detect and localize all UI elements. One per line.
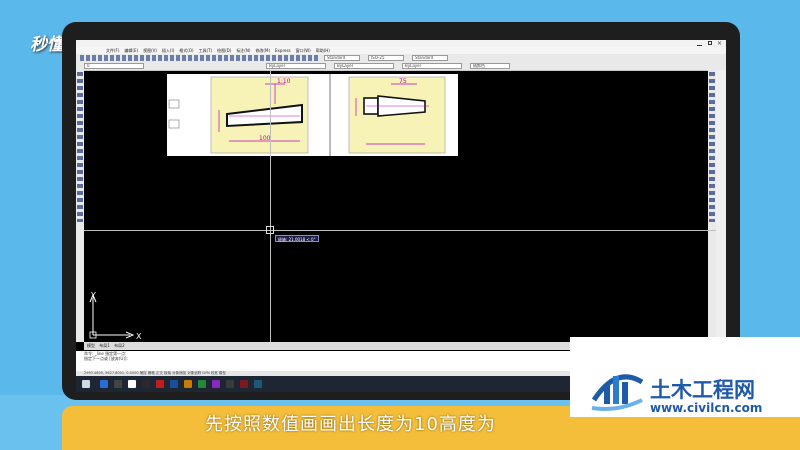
dim-len-label: 100: [259, 135, 271, 142]
menu-item-6[interactable]: 绘图(D): [217, 48, 231, 53]
vertical-scrollbar[interactable]: [716, 70, 726, 342]
taskbar-app-icon[interactable]: [100, 380, 108, 388]
text-style-combo[interactable]: Standard: [324, 55, 360, 61]
crosshair-horizontal: [84, 230, 716, 231]
menu-item-9[interactable]: Express: [275, 48, 291, 53]
lineweight-combo[interactable]: ByLayer: [402, 63, 462, 69]
menu-bar: 文件(F) 编辑(E) 视图(V) 插入(I) 格式(O) 工具(T) 绘图(D) 标注(N)…: [76, 47, 726, 54]
taskbar-app-icon[interactable]: [198, 380, 206, 388]
subtitle-text: 先按照数值画画出长度为10高度为: [205, 414, 496, 435]
maximize-button[interactable]: [708, 41, 712, 45]
minimize-button[interactable]: [697, 41, 702, 46]
brand-logo-icon: [591, 374, 644, 411]
dim-style-combo[interactable]: ISO-25: [368, 55, 404, 61]
menu-item-8[interactable]: 修改(M): [255, 48, 270, 53]
menu-item-5[interactable]: 工具(T): [199, 48, 213, 53]
tab-layout1[interactable]: 布局1: [99, 343, 110, 348]
taskbar-app-icon[interactable]: [142, 380, 150, 388]
menu-item-7[interactable]: 标注(N): [236, 48, 250, 53]
taskbar-app-icon[interactable]: [114, 380, 122, 388]
plotstyle-combo[interactable]: 随颜色: [470, 63, 510, 69]
layer-combo[interactable]: 0: [84, 63, 144, 69]
dim-right-label: 75: [399, 78, 407, 85]
taskbar-app-icon[interactable]: [240, 380, 248, 388]
menu-item-10[interactable]: 窗口(W): [296, 48, 311, 53]
pickbox-cursor: [266, 226, 274, 234]
taskbar-app-icon[interactable]: [128, 380, 136, 388]
color-combo[interactable]: ByLayer: [266, 63, 326, 69]
menu-item-0[interactable]: 文件(F): [106, 48, 119, 53]
title-bar: ×: [76, 40, 726, 47]
reference-drawing: 1:10 100 75: [167, 74, 458, 156]
taskbar-app-icon[interactable]: [212, 380, 220, 388]
modify-tool-icons[interactable]: [709, 72, 715, 222]
linetype-combo[interactable]: ByLayer: [334, 63, 394, 69]
ucs-y-label: Y: [90, 291, 96, 300]
menu-item-2[interactable]: 视图(V): [143, 48, 157, 53]
taskbar-app-icon[interactable]: [184, 380, 192, 388]
table-style-combo[interactable]: Standard: [412, 55, 448, 61]
layers-toolbar: 0 ByLayer ByLayer ByLayer 随颜色: [76, 62, 726, 71]
tab-layout2[interactable]: 布局2: [114, 343, 125, 348]
taskbar-app-icon[interactable]: [156, 380, 164, 388]
dim-left-label: 1:10: [277, 78, 291, 85]
close-button[interactable]: ×: [717, 40, 722, 47]
polar-tooltip: 极轴: 21.0018 < 0°: [275, 235, 319, 242]
taskbar-app-icon[interactable]: [226, 380, 234, 388]
windows-start-icon[interactable]: [82, 380, 90, 388]
draw-toolbar: [76, 70, 84, 342]
crosshair-vertical: [270, 70, 271, 342]
menu-item-3[interactable]: 插入(I): [162, 48, 174, 53]
ucs-icon: Y X: [89, 291, 142, 340]
menu-item-4[interactable]: 格式(O): [179, 48, 193, 53]
taskbar-app-icon[interactable]: [254, 380, 262, 388]
brand-name: 土木工程网: [650, 378, 755, 402]
ucs-x-label: X: [136, 332, 142, 340]
taskbar-app-icon[interactable]: [170, 380, 178, 388]
menu-item-1[interactable]: 编辑(E): [124, 48, 138, 53]
brand-url: www.civilcn.com: [650, 401, 763, 415]
tab-model[interactable]: 模型: [87, 343, 95, 348]
draw-tool-icons[interactable]: [77, 72, 83, 222]
menu-item-11[interactable]: 帮助(H): [316, 48, 330, 53]
toolbar-icons[interactable]: [80, 55, 320, 61]
modify-toolbar: [708, 70, 716, 342]
